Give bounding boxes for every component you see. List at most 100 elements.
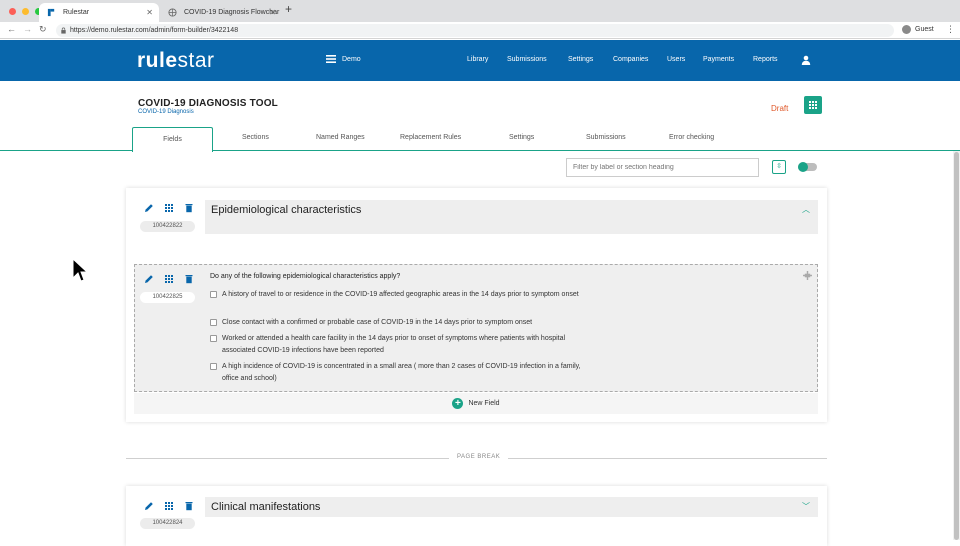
lock-icon xyxy=(61,27,66,34)
checkbox[interactable] xyxy=(210,335,217,342)
nav-companies[interactable]: Companies xyxy=(613,56,648,63)
section-id-badge: 100422822 xyxy=(140,221,195,232)
new-tab-button[interactable]: + xyxy=(285,2,292,16)
expand-collapse-button[interactable]: ⇳ xyxy=(772,160,786,174)
avatar xyxy=(902,25,911,34)
chevron-down-icon[interactable]: ﹀ xyxy=(802,497,810,517)
option-label: A high incidence of COVID-19 is concentr… xyxy=(222,363,581,382)
globe-icon xyxy=(168,8,177,17)
page-break-label: PAGE BREAK xyxy=(449,454,509,460)
checkbox[interactable] xyxy=(210,363,217,370)
minimize-window-button[interactable] xyxy=(22,8,29,15)
nav-payments[interactable]: Payments xyxy=(703,56,734,63)
plus-circle-icon: + xyxy=(452,397,464,409)
section-heading[interactable]: Epidemiological characteristics ︿ xyxy=(205,200,818,234)
field-question: Do any of the following epidemiological … xyxy=(210,273,401,280)
scrollbar-thumb[interactable] xyxy=(954,152,959,540)
close-window-button[interactable] xyxy=(9,8,16,15)
page-subtitle[interactable]: COVID-19 Diagnosis xyxy=(138,109,194,115)
tab-error-checking[interactable]: Error checking xyxy=(669,134,714,141)
address-bar-row: ← → ↻ https://demo.rulestar.com/admin/fo… xyxy=(0,22,960,39)
trash-icon[interactable] xyxy=(184,274,194,284)
browser-tab-rulestar[interactable]: Rulestar ✕ xyxy=(39,3,159,22)
mouse-cursor-icon xyxy=(72,258,88,282)
browser-tab-flowchart[interactable]: COVID-19 Diagnosis Flowchar ✕ xyxy=(160,3,282,22)
section-heading-text: Epidemiological characteristics xyxy=(211,204,362,216)
app-header: rulestar Demo Library Submissions Settin… xyxy=(0,40,960,81)
close-tab-icon[interactable]: ✕ xyxy=(146,3,153,22)
checkbox-option[interactable]: Worked or attended a health care facilit… xyxy=(210,333,590,357)
trash-icon[interactable] xyxy=(184,203,194,213)
option-label: Worked or attended a health care facilit… xyxy=(222,335,566,354)
checkbox-option[interactable]: Close contact with a confirmed or probab… xyxy=(210,317,590,329)
checkbox-option[interactable]: A history of travel to or residence in t… xyxy=(210,289,590,301)
tab-settings[interactable]: Settings xyxy=(509,134,534,141)
grid-dots-icon[interactable] xyxy=(164,274,174,284)
profile-button[interactable]: Guest xyxy=(902,25,934,34)
option-label: A history of travel to or residence in t… xyxy=(222,291,579,298)
chevron-up-icon[interactable]: ︿ xyxy=(802,200,810,220)
url-text: https://demo.rulestar.com/admin/form-bui… xyxy=(70,27,239,34)
rulestar-logo[interactable]: rulestar xyxy=(137,49,215,73)
browser-tab-bar: Rulestar ✕ COVID-19 Diagnosis Flowchar ✕… xyxy=(0,0,960,22)
grid-dots-icon[interactable] xyxy=(164,203,174,213)
reload-icon[interactable]: ↻ xyxy=(39,24,47,35)
tab-replacement-rules[interactable]: Replacement Rules xyxy=(400,134,461,141)
nav-library[interactable]: Library xyxy=(467,56,488,63)
list-icon xyxy=(326,55,336,63)
section-tools xyxy=(144,501,194,511)
nav-users[interactable]: Users xyxy=(667,56,685,63)
grid-icon xyxy=(809,101,817,109)
forward-icon[interactable]: → xyxy=(23,24,32,34)
expand-collapse-icon: ⇳ xyxy=(776,163,782,170)
checkbox[interactable] xyxy=(210,319,217,326)
tab-title: Rulestar xyxy=(63,9,90,16)
nav-submissions[interactable]: Submissions xyxy=(507,56,547,63)
nav-reports[interactable]: Reports xyxy=(753,56,778,63)
edit-icon[interactable] xyxy=(144,203,154,213)
tab-submissions[interactable]: Submissions xyxy=(586,134,626,141)
filter-input[interactable] xyxy=(566,158,759,177)
nav-settings[interactable]: Settings xyxy=(568,56,593,63)
logo-light-text: star xyxy=(177,49,215,72)
checkbox[interactable] xyxy=(210,291,217,298)
new-field-label: New Field xyxy=(468,400,500,407)
view-toggle[interactable] xyxy=(798,162,817,172)
toggle-knob xyxy=(798,162,808,172)
form-menu-button[interactable] xyxy=(804,96,822,114)
checkbox-option[interactable]: A high incidence of COVID-19 is concentr… xyxy=(210,361,590,385)
page-title: COVID-19 DIAGNOSIS TOOL xyxy=(138,98,278,109)
close-tab-icon[interactable]: ✕ xyxy=(269,3,276,22)
edit-icon[interactable] xyxy=(144,501,154,511)
status-badge: Draft xyxy=(771,104,789,113)
tab-sections[interactable]: Sections xyxy=(242,134,269,141)
tab-title: COVID-19 Diagnosis Flowchar xyxy=(184,9,280,16)
window-controls xyxy=(9,8,42,15)
field-id-badge: 100422825 xyxy=(140,292,195,303)
rulestar-favicon-icon xyxy=(47,8,55,17)
profile-label: Guest xyxy=(915,26,934,33)
user-icon[interactable] xyxy=(801,55,811,65)
url-field[interactable]: https://demo.rulestar.com/admin/form-bui… xyxy=(56,24,894,37)
form-tabs: Fields Sections Named Ranges Replacement… xyxy=(0,127,960,152)
option-label: Close contact with a confirmed or probab… xyxy=(222,319,533,326)
workspace-label: Demo xyxy=(342,55,361,63)
section-heading[interactable]: Clinical manifestations ﹀ xyxy=(205,497,818,517)
workspace-switcher[interactable]: Demo xyxy=(326,55,361,63)
drag-handle-icon[interactable] xyxy=(803,271,812,280)
logo-bold-text: rule xyxy=(137,49,178,72)
back-icon[interactable]: ← xyxy=(7,24,16,34)
trash-icon[interactable] xyxy=(184,501,194,511)
section-tools xyxy=(144,203,194,213)
section-heading-text: Clinical manifestations xyxy=(211,501,321,513)
grid-dots-icon[interactable] xyxy=(164,501,174,511)
field-tools xyxy=(144,274,194,284)
browser-menu-icon[interactable]: ⋮ xyxy=(946,24,955,35)
field-card: 100422825 Do any of the following epidem… xyxy=(134,264,818,392)
page-scrollbar[interactable] xyxy=(953,151,960,540)
edit-icon[interactable] xyxy=(144,274,154,284)
tab-fields[interactable]: Fields xyxy=(132,127,213,152)
tab-named-ranges[interactable]: Named Ranges xyxy=(316,134,365,141)
new-field-button[interactable]: + New Field xyxy=(134,393,818,414)
section-id-badge: 100422824 xyxy=(140,518,195,529)
